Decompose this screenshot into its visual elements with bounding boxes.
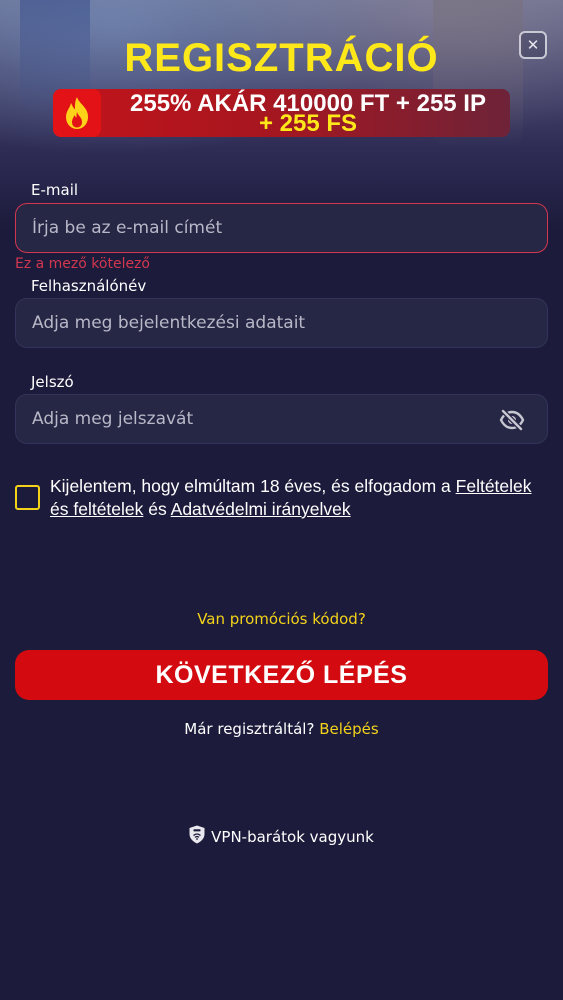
privacy-policy-link[interactable]: Adatvédelmi irányelvek bbox=[171, 499, 351, 519]
email-field-wrapper bbox=[15, 203, 548, 253]
email-error-message: Ez a mező kötelező bbox=[15, 256, 150, 272]
password-label: Jelszó bbox=[31, 373, 74, 391]
login-row: Már regisztráltál? Belépés bbox=[0, 720, 563, 738]
login-link[interactable]: Belépés bbox=[319, 720, 378, 738]
vpn-badge: VPN-barátok vagyunk bbox=[0, 825, 563, 848]
terms-text-before: Kijelentem, hogy elmúltam 18 éves, és el… bbox=[50, 476, 456, 496]
next-step-button[interactable]: KÖVETKEZŐ LÉPÉS bbox=[15, 650, 548, 700]
email-label: E-mail bbox=[31, 181, 79, 199]
fire-icon bbox=[53, 89, 101, 137]
terms-text: Kijelentem, hogy elmúltam 18 éves, és el… bbox=[50, 475, 545, 521]
page-title: REGISZTRÁCIÓ bbox=[124, 36, 439, 80]
terms-text-middle: és bbox=[143, 499, 171, 519]
terms-checkbox[interactable] bbox=[15, 485, 40, 510]
username-input[interactable] bbox=[16, 299, 547, 347]
login-prompt: Már regisztráltál? bbox=[184, 720, 315, 738]
username-field-wrapper bbox=[15, 298, 548, 348]
promo-code-link[interactable]: Van promóciós kódod? bbox=[0, 610, 563, 628]
vpn-shield-icon bbox=[189, 825, 205, 848]
password-input[interactable] bbox=[16, 395, 547, 443]
bonus-text-line2: + 255 FS bbox=[258, 110, 358, 137]
password-field-wrapper bbox=[15, 394, 548, 444]
bonus-banner: 255% AKÁR 410000 FT + 255 IP + 255 FS bbox=[53, 89, 510, 137]
eye-off-icon[interactable] bbox=[499, 408, 525, 432]
username-label: Felhasználónév bbox=[31, 277, 147, 295]
vpn-text: VPN-barátok vagyunk bbox=[211, 827, 374, 846]
email-input[interactable] bbox=[16, 204, 547, 252]
